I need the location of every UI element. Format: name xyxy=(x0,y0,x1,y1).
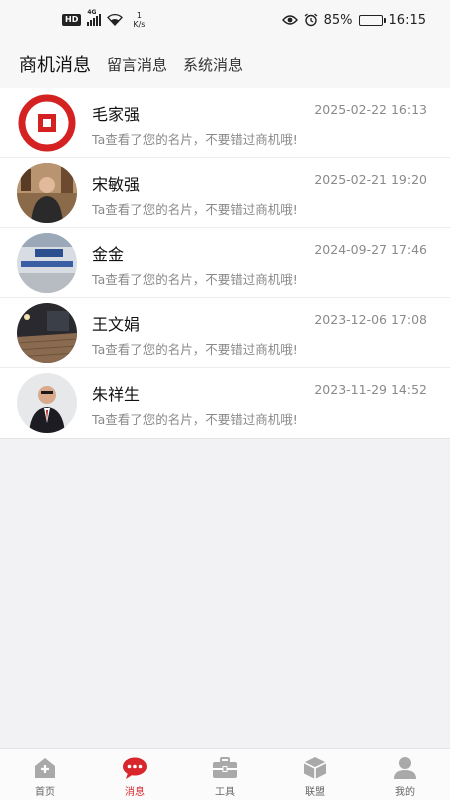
message-time: 2025-02-21 19:20 xyxy=(314,171,427,187)
status-bar: HD 4G 1 K/s 85% 16:15 xyxy=(0,0,450,40)
tab-label: 消息 xyxy=(125,787,145,798)
tab-system-messages[interactable]: 系统消息 xyxy=(183,54,243,75)
message-time: 2024-09-27 17:46 xyxy=(314,241,427,257)
tab-label: 联盟 xyxy=(305,787,325,798)
tab-label: 我的 xyxy=(395,787,415,798)
battery-icon xyxy=(358,14,386,26)
message-row[interactable]: 朱祥生 2023-11-29 14:52 Ta查看了您的名片，不要错过商机哦! xyxy=(0,368,450,438)
contact-name: 朱祥生 xyxy=(92,385,141,404)
tab-business-messages[interactable]: 商机消息 xyxy=(19,51,91,77)
contact-name: 宋敏强 xyxy=(92,174,141,194)
tab-messages[interactable]: 消息 xyxy=(90,749,180,800)
battery-percent: 85% xyxy=(323,12,353,28)
network-type: 4G xyxy=(87,9,97,16)
tab-alliance[interactable]: 联盟 xyxy=(270,749,360,800)
contact-name: 金金 xyxy=(92,244,125,264)
tab-comment-messages[interactable]: 留言消息 xyxy=(107,54,167,75)
message-row[interactable]: 王文娟 2023-12-06 17:08 Ta查看了您的名片，不要错过商机哦! xyxy=(0,298,450,368)
wifi-icon xyxy=(107,14,124,26)
signal-icon: 4G xyxy=(87,9,102,26)
status-left: HD 4G 1 K/s xyxy=(62,9,146,29)
hd-badge: HD xyxy=(62,14,82,26)
message-preview: Ta查看了您的名片，不要错过商机哦! xyxy=(92,341,298,357)
avatar xyxy=(17,162,77,223)
eye-icon xyxy=(281,15,298,25)
avatar xyxy=(17,232,77,293)
tab-profile[interactable]: 我的 xyxy=(360,749,450,800)
message-icon xyxy=(123,757,147,779)
home-icon xyxy=(35,758,55,778)
cube-icon xyxy=(303,757,327,779)
tab-home[interactable]: 首页 xyxy=(0,749,90,800)
person-suit-photo-icon xyxy=(17,373,77,433)
tab-tools[interactable]: 工具 xyxy=(180,749,270,800)
avatar xyxy=(17,302,77,363)
tab-label: 首页 xyxy=(35,787,55,798)
message-row[interactable]: 宋敏强 2025-02-21 19:20 Ta查看了您的名片，不要错过商机哦! xyxy=(0,158,450,228)
toolbox-icon xyxy=(213,757,237,778)
message-type-tabs: 商机消息 留言消息 系统消息 xyxy=(0,40,450,88)
avatar xyxy=(17,373,77,433)
person-photo-icon xyxy=(17,162,77,223)
clock: 16:15 xyxy=(388,12,426,28)
tab-label: 工具 xyxy=(215,787,235,798)
message-row[interactable]: 毛家强 2025-02-22 16:13 Ta查看了您的名片，不要错过商机哦! xyxy=(0,88,450,158)
message-time: 2023-12-06 17:08 xyxy=(314,311,427,327)
message-row[interactable]: 金金 2024-09-27 17:46 Ta查看了您的名片，不要错过商机哦! xyxy=(0,228,450,298)
message-preview: Ta查看了您的名片，不要错过商机哦! xyxy=(92,201,298,217)
red-logo-icon xyxy=(17,92,77,153)
message-time: 2023-11-29 14:52 xyxy=(314,382,427,397)
bottom-tab-bar: 首页 消息 工具 联盟 我的 xyxy=(0,748,450,800)
network-speed: 1 K/s xyxy=(133,11,146,29)
night-street-photo-icon xyxy=(17,302,77,363)
avatar xyxy=(17,92,77,153)
message-preview: Ta查看了您的名片，不要错过商机哦! xyxy=(92,131,298,147)
office-sign-photo-icon xyxy=(17,232,77,293)
message-time: 2025-02-22 16:13 xyxy=(314,101,427,117)
message-list: 毛家强 2025-02-22 16:13 Ta查看了您的名片，不要错过商机哦! … xyxy=(0,88,450,439)
alarm-icon xyxy=(304,13,318,27)
message-preview: Ta查看了您的名片，不要错过商机哦! xyxy=(92,271,298,287)
message-preview: Ta查看了您的名片，不要错过商机哦! xyxy=(92,412,298,427)
status-right: 85% 16:15 xyxy=(281,12,426,28)
user-icon xyxy=(394,757,416,779)
contact-name: 王文娟 xyxy=(92,314,141,334)
contact-name: 毛家强 xyxy=(92,104,141,124)
